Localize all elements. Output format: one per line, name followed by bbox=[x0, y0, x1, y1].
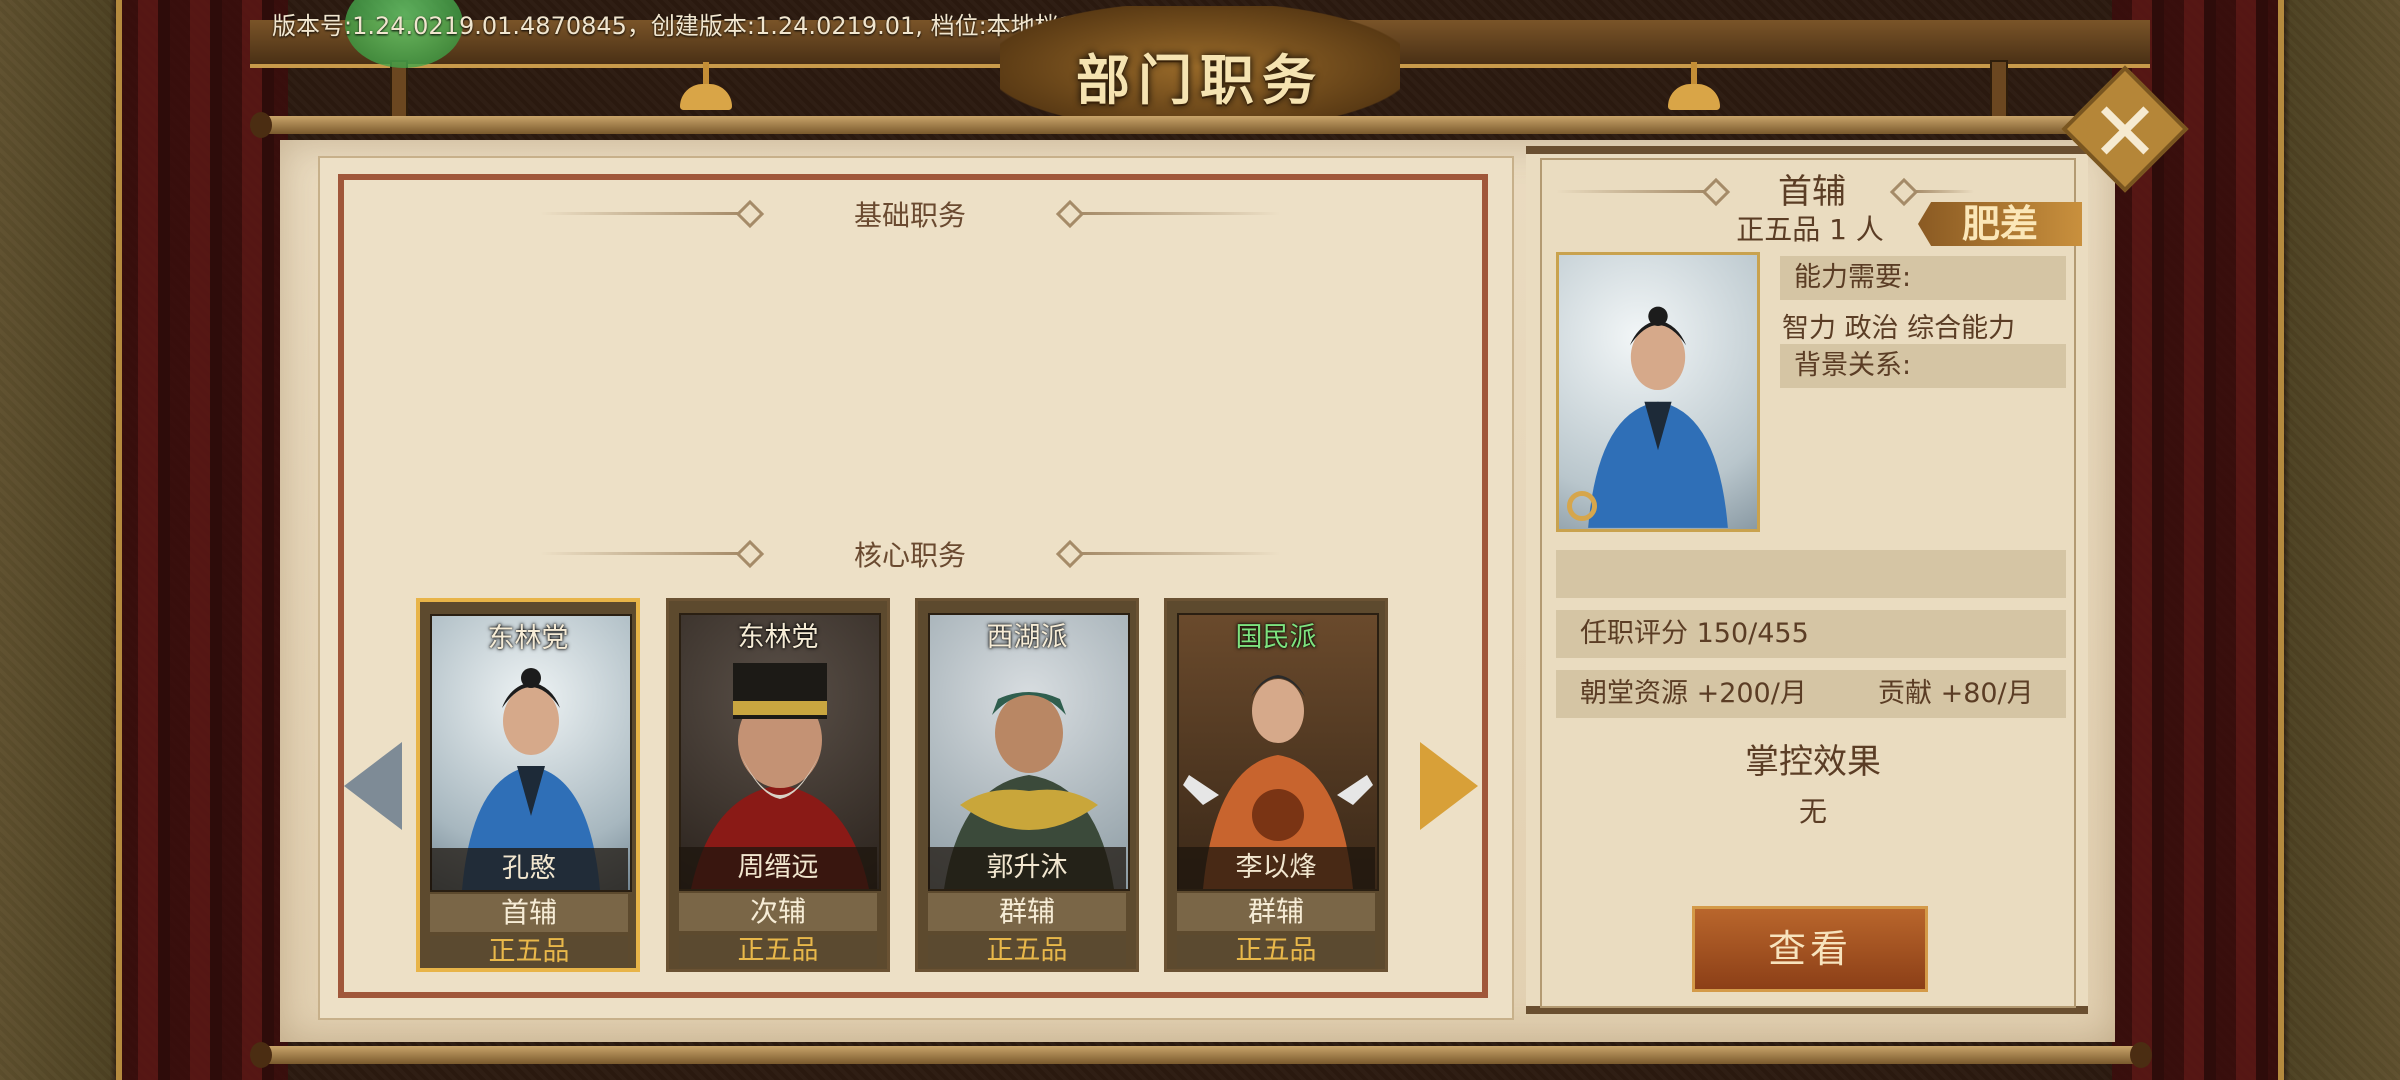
court-resource: 朝堂资源 +200/月 bbox=[1580, 678, 1807, 709]
frame-edge-right bbox=[2278, 0, 2284, 1080]
ability-values: 智力 政治 综合能力 bbox=[1782, 313, 2016, 344]
ability-label: 能力需要: bbox=[1780, 256, 2066, 300]
control-effect-title: 掌控效果 bbox=[1745, 742, 1881, 782]
scroll-rod-bottom bbox=[250, 1042, 2152, 1068]
background-label: 背景关系: bbox=[1780, 344, 2066, 388]
official-card[interactable]: 西湖派 郭升沐 群辅 正五品 bbox=[915, 598, 1139, 972]
official-role: 群辅 bbox=[928, 893, 1126, 931]
official-role: 次辅 bbox=[679, 893, 877, 931]
official-rank: 正五品 bbox=[928, 935, 1126, 967]
version-text: 版本号:1.24.0219.01.4870845，创建版本:1.24.0219.… bbox=[272, 12, 1074, 40]
official-name: 李以烽 bbox=[1177, 847, 1375, 889]
reward-row: 朝堂资源 +200/月 贡献 +80/月 bbox=[1556, 670, 2066, 718]
ornament-line bbox=[1914, 190, 1974, 193]
ornament-line bbox=[540, 212, 740, 215]
official-role: 群辅 bbox=[1177, 893, 1375, 931]
view-button[interactable]: 查看 bbox=[1692, 906, 1928, 992]
position-quota: 正五品 1 人 bbox=[1736, 213, 1884, 246]
arrow-right-icon[interactable] bbox=[1420, 742, 1478, 830]
ornament-line bbox=[1080, 212, 1280, 215]
arrow-left-icon[interactable] bbox=[344, 742, 402, 830]
rod-cap bbox=[250, 112, 272, 138]
ornament-line bbox=[1556, 190, 1706, 193]
position-tag: 肥差 bbox=[1918, 202, 2082, 246]
official-role: 首辅 bbox=[430, 894, 628, 932]
contribution: 贡献 +80/月 bbox=[1878, 678, 2034, 709]
magnifier-icon[interactable] bbox=[1567, 491, 1597, 521]
ornament-line bbox=[1080, 552, 1280, 555]
empty-info-bar bbox=[1556, 550, 2066, 598]
control-effect-value: 无 bbox=[1798, 795, 1827, 828]
rod-cap bbox=[2130, 1042, 2152, 1068]
official-card[interactable]: 东林党 周缙远 次辅 正五品 bbox=[666, 598, 890, 972]
official-faction: 西湖派 bbox=[986, 622, 1068, 653]
section-title-basic: 基础职务 bbox=[853, 199, 966, 232]
official-faction: 东林党 bbox=[737, 622, 819, 653]
scroll-rod-top bbox=[250, 112, 2152, 138]
official-rank: 正五品 bbox=[679, 935, 877, 967]
curtain-left bbox=[118, 0, 288, 1080]
official-rank: 正五品 bbox=[430, 936, 628, 968]
detail-panel-bar-top bbox=[1526, 146, 2088, 154]
official-faction: 东林党 bbox=[487, 623, 569, 654]
official-figure bbox=[1588, 306, 1728, 528]
rod-cap bbox=[250, 1042, 272, 1068]
ornament-line bbox=[540, 552, 740, 555]
official-name: 郭升沐 bbox=[928, 847, 1126, 889]
official-faction: 国民派 bbox=[1235, 622, 1317, 653]
official-card[interactable]: 国民派 李以烽 群辅 正五品 bbox=[1164, 598, 1388, 972]
official-name: 周缙远 bbox=[679, 847, 877, 889]
official-name: 孔愍 bbox=[430, 848, 628, 890]
official-card[interactable]: 东林党 孔愍 首辅 正五品 bbox=[416, 598, 640, 972]
position-title: 首辅 bbox=[1778, 172, 1846, 212]
current-official-portrait[interactable] bbox=[1556, 252, 1760, 532]
official-rank: 正五品 bbox=[1177, 935, 1375, 967]
screen-title: 部门职务 bbox=[1076, 48, 1324, 112]
section-title-core: 核心职务 bbox=[853, 539, 966, 572]
position-score: 任职评分 150/455 bbox=[1556, 610, 2066, 658]
frame-edge-left bbox=[116, 0, 122, 1080]
